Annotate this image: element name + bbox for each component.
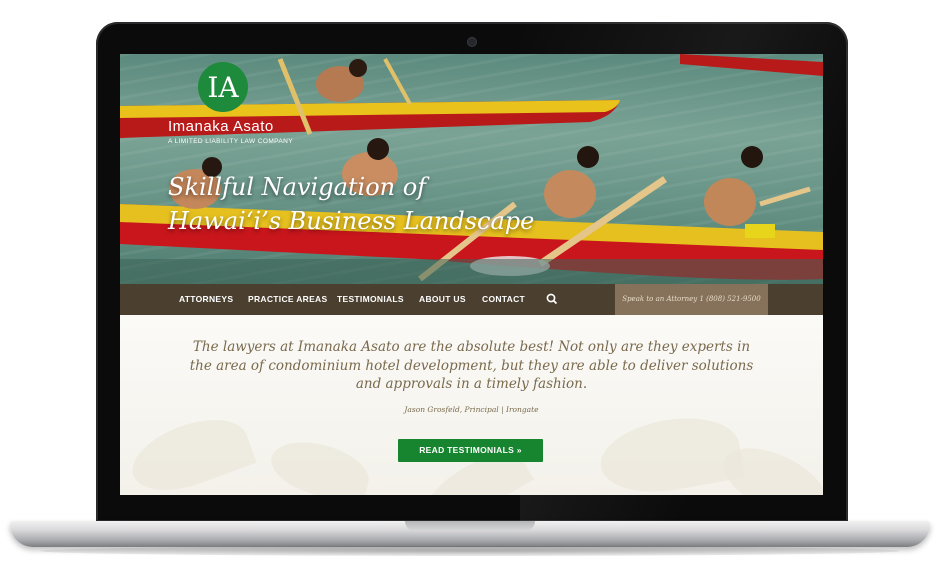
- nav-item-attorneys[interactable]: ATTORNEYS: [179, 284, 233, 315]
- background-leaf: [594, 408, 746, 495]
- main-navigation: ATTORNEYS PRACTICE AREAS TESTIMONIALS AB…: [120, 284, 823, 315]
- search-icon[interactable]: [545, 292, 559, 306]
- hero-banner: IA Imanaka Asato A LIMITED LIABILITY LAW…: [120, 54, 823, 284]
- hero-title-line-1: Skillful Navigation of: [168, 173, 427, 201]
- call-attorney-link[interactable]: Speak to an Attorney 1 (808) 521-9500: [615, 284, 768, 315]
- nav-item-testimonials[interactable]: TESTIMONIALS: [337, 284, 404, 315]
- testimonial-quote: The lawyers at Imanaka Asato are the abs…: [189, 339, 754, 392]
- logo-monogram: IA: [207, 70, 239, 104]
- webcam: [468, 38, 476, 46]
- read-testimonials-button[interactable]: READ TESTIMONIALS »: [398, 439, 543, 462]
- testimonial-section: The lawyers at Imanaka Asato are the abs…: [120, 315, 823, 495]
- laptop-hinge-notch: [405, 521, 535, 531]
- background-leaf: [123, 406, 257, 495]
- hero-title-line-2: Hawaiʻi’s Business Landscape: [168, 207, 535, 235]
- hero-title: Skillful Navigation of Hawaiʻi’s Busines…: [168, 170, 534, 238]
- brand-tagline: A LIMITED LIABILITY LAW COMPANY: [168, 138, 293, 145]
- logo-icon[interactable]: IA: [198, 62, 248, 112]
- nav-item-practice-areas[interactable]: PRACTICE AREAS: [248, 284, 327, 315]
- nav-item-contact[interactable]: CONTACT: [482, 284, 525, 315]
- laptop-shadow: [40, 546, 900, 556]
- background-leaf: [265, 432, 375, 495]
- testimonial-attribution: Jason Grosfeld, Principal | Irongate: [404, 405, 539, 414]
- brand-name[interactable]: Imanaka Asato: [168, 118, 274, 135]
- laptop-screen: IA Imanaka Asato A LIMITED LIABILITY LAW…: [120, 54, 823, 495]
- nav-item-about-us[interactable]: ABOUT US: [419, 284, 466, 315]
